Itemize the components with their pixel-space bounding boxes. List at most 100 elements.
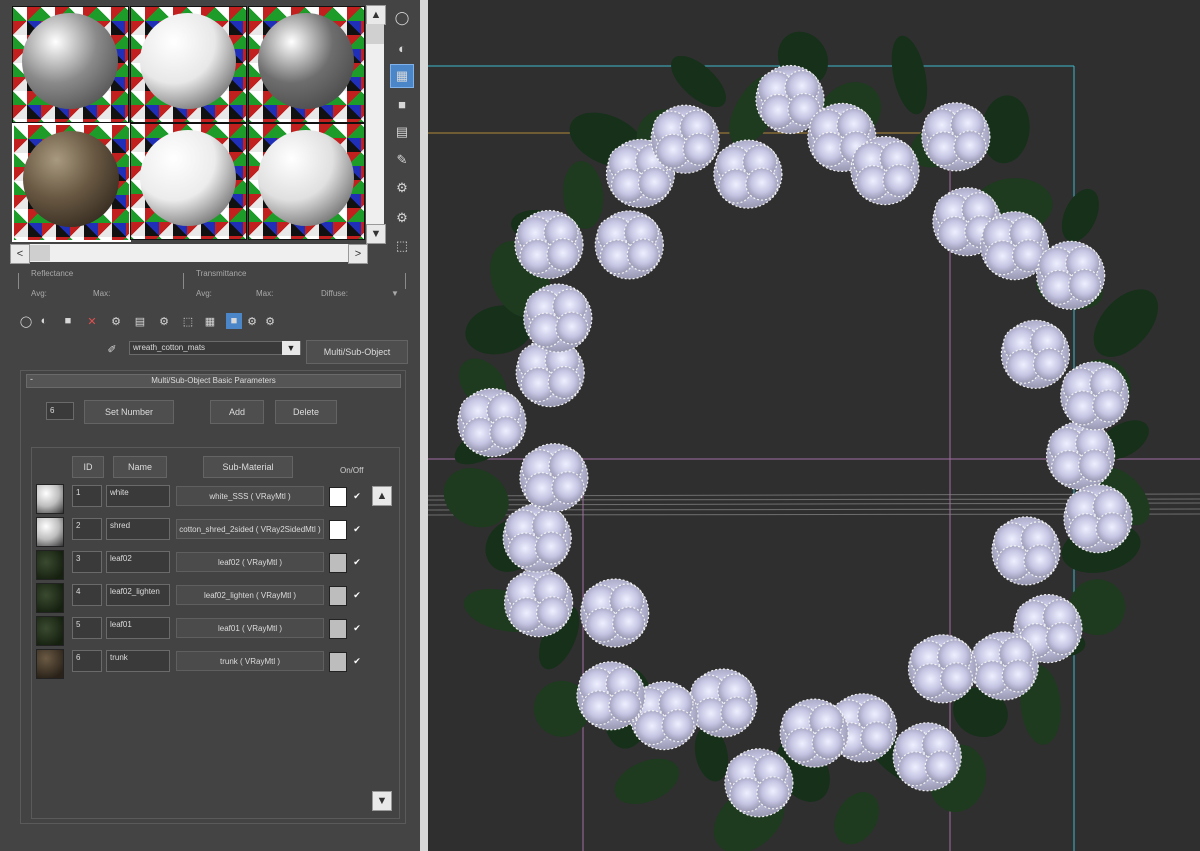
submaterial-thumbnail[interactable] xyxy=(36,517,64,547)
sort-by-name-button[interactable]: Name xyxy=(113,456,167,478)
show-shaded-material-icon[interactable]: ⬚ xyxy=(180,313,196,329)
sample-type-sphere-icon[interactable]: ◯ xyxy=(390,6,414,30)
get-material-icon[interactable]: ◯ xyxy=(18,313,34,329)
cotton-flower xyxy=(1063,484,1133,554)
material-navigator-icon[interactable]: ⬚ xyxy=(390,234,414,258)
rollout-header[interactable]: - Multi/Sub-Object Basic Parameters xyxy=(26,374,401,388)
submaterial-button[interactable]: white_SSS ( VRayMtl ) xyxy=(176,486,324,506)
submaterial-button[interactable]: trunk ( VRayMtl ) xyxy=(176,651,324,671)
submaterial-name-field[interactable]: shred xyxy=(106,518,170,540)
set-number-field[interactable]: 6 xyxy=(46,402,74,420)
eyedropper-icon[interactable]: ✐ xyxy=(104,341,120,357)
submaterial-name-field[interactable]: leaf01 xyxy=(106,617,170,639)
make-preview-icon[interactable]: ✎ xyxy=(390,148,414,172)
submaterial-button[interactable]: leaf02 ( VRayMtl ) xyxy=(176,552,324,572)
submaterial-id-field[interactable]: 4 xyxy=(72,584,102,606)
submaterial-button[interactable]: cotton_shred_2sided ( VRay2SidedMtl ) xyxy=(176,519,324,539)
submaterial-button[interactable]: leaf02_lighten ( VRayMtl ) xyxy=(176,585,324,605)
submaterial-thumbnail[interactable] xyxy=(36,583,64,613)
delete-button[interactable]: Delete xyxy=(275,400,337,424)
slots-scroll-thumb[interactable] xyxy=(366,24,384,44)
submaterial-on-checkbox[interactable]: ✔ xyxy=(352,590,362,600)
cotton-flower xyxy=(1045,420,1116,491)
reset-map-icon[interactable]: ✕ xyxy=(84,313,100,329)
list-scroll-down-button[interactable]: ▼ xyxy=(372,791,392,811)
diffuse-dropdown-icon[interactable]: ▼ xyxy=(391,289,399,298)
submaterial-name-field[interactable]: trunk xyxy=(106,650,170,672)
submaterial-color-swatch[interactable] xyxy=(329,520,347,540)
cotton-flower xyxy=(969,631,1039,701)
backlight-icon[interactable]: ◐ xyxy=(390,36,414,60)
panel-splitter[interactable] xyxy=(420,0,428,851)
sample-uv-tiling-icon[interactable]: ■ xyxy=(390,92,414,116)
material-type-button[interactable]: Multi/Sub-Object xyxy=(306,340,408,364)
submaterial-on-checkbox[interactable]: ✔ xyxy=(352,491,362,501)
slots-scroll-left-button[interactable]: < xyxy=(10,244,30,264)
submaterial-on-checkbox[interactable]: ✔ xyxy=(352,623,362,633)
material-slot-1[interactable] xyxy=(12,6,129,123)
submaterial-id-field[interactable]: 6 xyxy=(72,650,102,672)
material-slot-6[interactable] xyxy=(248,123,365,240)
material-slot-5[interactable] xyxy=(130,123,247,240)
submaterial-name-field[interactable]: leaf02_lighten xyxy=(106,584,170,606)
submaterial-name-field[interactable]: white xyxy=(106,485,170,507)
submaterial-id-field[interactable]: 2 xyxy=(72,518,102,540)
cotton-flower xyxy=(892,722,962,792)
submaterial-thumbnail[interactable] xyxy=(36,649,64,679)
material-id-channel-icon[interactable]: ⚙ xyxy=(156,313,172,329)
3d-viewport[interactable] xyxy=(428,0,1200,851)
cotton-flower xyxy=(921,102,991,172)
submaterial-color-swatch[interactable] xyxy=(329,553,347,573)
material-slot-4[interactable] xyxy=(12,123,131,242)
put-material-to-scene-icon[interactable]: ◐ xyxy=(36,313,52,329)
diffuse-label: Diffuse: xyxy=(321,289,348,298)
submaterial-color-swatch[interactable] xyxy=(329,652,347,672)
video-color-check-icon[interactable]: ▤ xyxy=(390,120,414,144)
submaterial-on-checkbox[interactable]: ✔ xyxy=(352,656,362,666)
cotton-flower xyxy=(713,139,783,209)
submaterial-color-swatch[interactable] xyxy=(329,487,347,507)
material-name-field[interactable]: wreath_cotton_mats xyxy=(129,341,301,355)
submaterial-thumbnail[interactable] xyxy=(36,550,64,580)
submaterial-thumbnail[interactable] xyxy=(36,616,64,646)
cotton-flower xyxy=(514,209,584,280)
options-icon[interactable]: ⚙ xyxy=(390,176,414,200)
submaterial-id-field[interactable]: 5 xyxy=(72,617,102,639)
material-name-dropdown-icon[interactable]: ▼ xyxy=(282,341,300,355)
submaterial-id-field[interactable]: 3 xyxy=(72,551,102,573)
go-forward-sibling-icon[interactable]: ⚙ xyxy=(244,313,260,329)
slot-sphere-white-sphere xyxy=(140,13,236,109)
submaterial-color-swatch[interactable] xyxy=(329,619,347,639)
slots-scroll-track[interactable] xyxy=(366,44,384,224)
submaterial-button[interactable]: leaf01 ( VRayMtl ) xyxy=(176,618,324,638)
put-to-library-icon[interactable]: ▤ xyxy=(132,313,148,329)
submaterial-id-field[interactable]: 1 xyxy=(72,485,102,507)
submaterial-color-swatch[interactable] xyxy=(329,586,347,606)
viewport-render xyxy=(428,0,1200,851)
reflectance-avg-label: Avg: xyxy=(31,289,47,298)
set-number-button[interactable]: Set Number xyxy=(84,400,174,424)
submaterial-on-checkbox[interactable]: ✔ xyxy=(352,557,362,567)
add-button[interactable]: Add xyxy=(210,400,264,424)
make-unique-icon[interactable]: ⚙ xyxy=(108,313,124,329)
go-to-parent-icon[interactable]: ■ xyxy=(226,313,242,329)
assign-material-icon[interactable]: ■ xyxy=(60,313,76,329)
background-checker-icon[interactable]: ▦ xyxy=(390,64,414,88)
select-by-material-icon[interactable]: ⚙ xyxy=(390,206,414,230)
pick-material-from-object-icon[interactable]: ⚙ xyxy=(262,313,278,329)
slots-hscroll-track[interactable] xyxy=(10,244,368,262)
sort-by-submaterial-button[interactable]: Sub-Material xyxy=(203,456,293,478)
slots-scroll-down-button[interactable]: ▼ xyxy=(366,224,386,244)
submaterial-thumbnail[interactable] xyxy=(36,484,64,514)
slots-scroll-right-button[interactable]: > xyxy=(348,244,368,264)
slot-sphere-white-sphere xyxy=(258,130,354,226)
submaterial-on-checkbox[interactable]: ✔ xyxy=(352,524,362,534)
slots-scroll-up-button[interactable]: ▲ xyxy=(366,5,386,25)
material-slot-3[interactable] xyxy=(248,6,365,123)
list-scroll-up-button[interactable]: ▲ xyxy=(372,486,392,506)
submaterial-name-field[interactable]: leaf02 xyxy=(106,551,170,573)
show-end-result-icon[interactable]: ▦ xyxy=(202,313,218,329)
material-slot-2[interactable] xyxy=(130,6,247,123)
slots-hscroll-thumb[interactable] xyxy=(30,245,50,261)
sort-by-id-button[interactable]: ID xyxy=(72,456,104,478)
